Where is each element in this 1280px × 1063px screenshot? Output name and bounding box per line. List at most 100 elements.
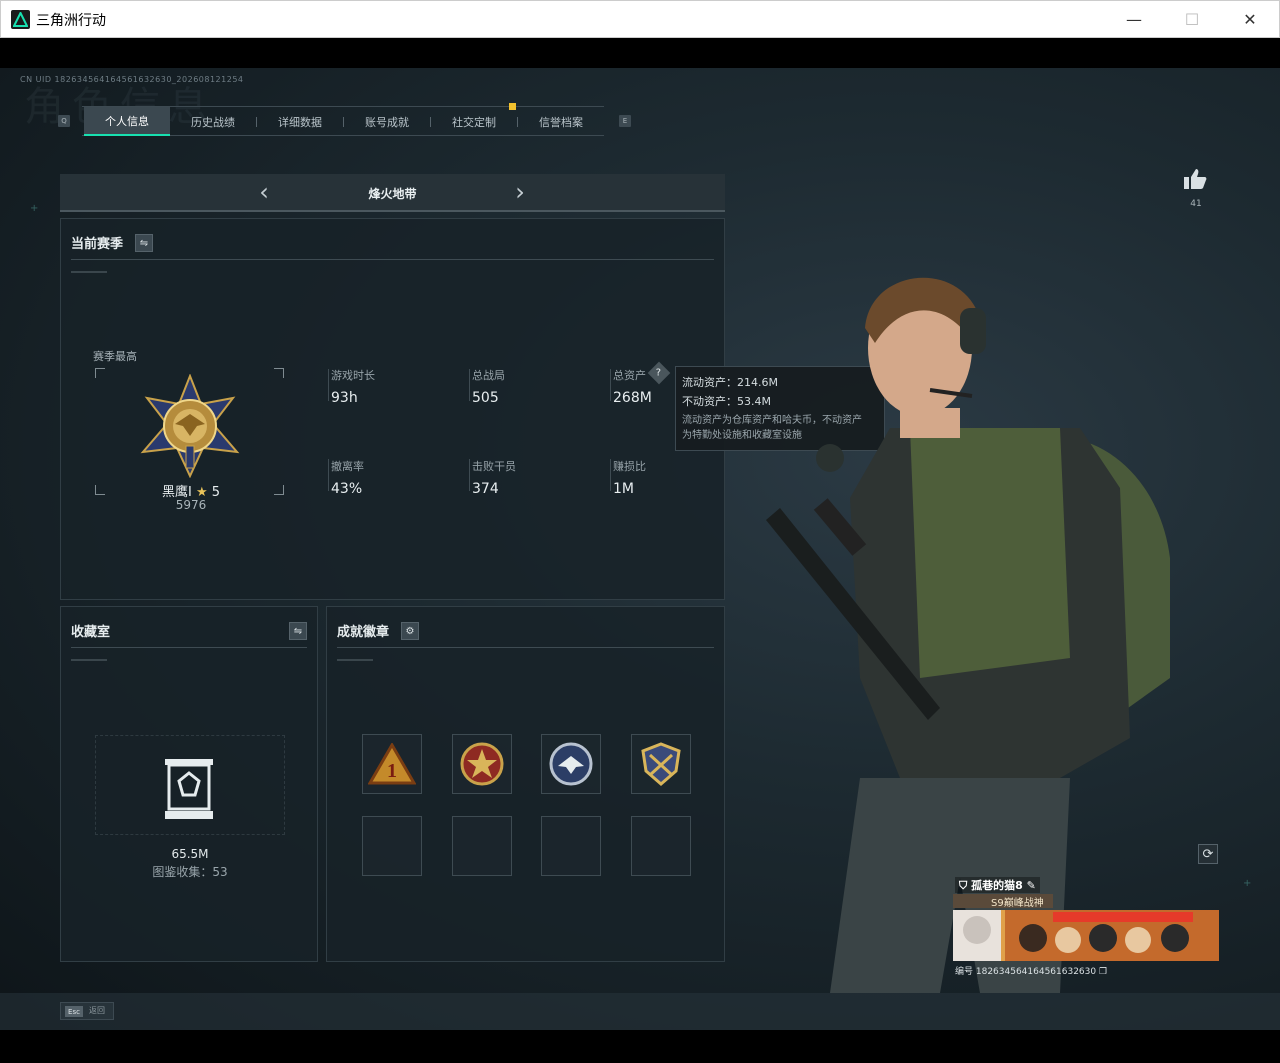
frame-corner bbox=[95, 485, 105, 495]
panel-divider bbox=[71, 259, 714, 260]
nameplate-uid: 编号 182634564164561632630 ❐ bbox=[955, 964, 1107, 977]
tab-prev-key[interactable]: Q bbox=[58, 115, 70, 127]
window-title: 三角洲行动 bbox=[36, 13, 106, 29]
empty-badge-slot[interactable] bbox=[541, 816, 601, 876]
mode-selector: 烽火地带 ‹ › bbox=[60, 174, 725, 212]
panel-subline bbox=[71, 659, 107, 661]
mode-title: 烽火地带 bbox=[368, 186, 417, 201]
back-button[interactable]: Esc 返回 bbox=[60, 1002, 114, 1020]
nameplate-card[interactable]: ⛉ 孤巷的猫8 ✎ S9巅峰战神 bbox=[951, 876, 1219, 961]
like-button[interactable] bbox=[1180, 168, 1210, 194]
tab-credit[interactable]: 信誉档案 bbox=[518, 107, 604, 136]
badge-eagle-icon bbox=[549, 742, 593, 786]
stat-playtime-label: 游戏时长 bbox=[331, 369, 375, 382]
stat-divider bbox=[328, 459, 329, 491]
help-glyph: ? bbox=[656, 367, 662, 379]
window-titlebar: 三角洲行动 — ☐ ✕ bbox=[0, 0, 1280, 38]
mode-prev-button[interactable]: ‹ bbox=[252, 180, 276, 206]
player-uid: CN UID 182634564164561632630_20260812125… bbox=[20, 75, 244, 84]
stat-assets-label: 总资产 bbox=[613, 369, 646, 382]
app-logo-icon bbox=[11, 10, 30, 29]
achievements-panel: 成就徽章 ⚙ 1 bbox=[326, 606, 725, 962]
crosshair-decor: + bbox=[1243, 878, 1252, 889]
achievements-title: 成就徽章 bbox=[337, 625, 390, 640]
game-viewport: 角色信息 CN UID 182634564164561632630_202608… bbox=[0, 68, 1280, 1030]
new-badge bbox=[509, 103, 516, 110]
season-panel: 当前赛季 ⇋ 赛季最高 黑鹰I ★ 5 5976 游戏时长 93h 总战局 50… bbox=[60, 218, 725, 600]
stat-ratio-value: 1M bbox=[613, 481, 634, 497]
achievements-settings-button[interactable]: ⚙ bbox=[401, 622, 419, 640]
nameplate-name: ⛉ 孤巷的猫8 ✎ bbox=[955, 877, 1040, 893]
nameplate-banner bbox=[953, 910, 1219, 961]
refresh-button[interactable]: ⟳ bbox=[1198, 844, 1218, 864]
player-title: S9巅峰战神 bbox=[991, 898, 1044, 909]
panel-subline bbox=[71, 271, 107, 273]
stat-divider bbox=[469, 369, 470, 401]
mode-next-button[interactable]: › bbox=[508, 180, 532, 206]
rank-score: 5976 bbox=[175, 498, 207, 512]
edit-icon[interactable]: ✎ bbox=[1027, 879, 1036, 892]
tab-profile[interactable]: 个人信息 bbox=[84, 107, 170, 136]
rank-emblem-icon bbox=[140, 374, 240, 478]
tab-next-key[interactable]: E bbox=[619, 115, 631, 127]
collection-value: 65.5M bbox=[171, 847, 209, 861]
collection-count: 图鉴收集：53 bbox=[152, 865, 228, 879]
display-case-icon[interactable] bbox=[161, 755, 217, 823]
stat-kills-value: 374 bbox=[472, 481, 499, 497]
shield-icon: ⛉ bbox=[959, 879, 968, 892]
crosshair-decor: + bbox=[30, 203, 39, 214]
badge-star-icon bbox=[460, 742, 504, 786]
frame-corner bbox=[274, 368, 284, 378]
panel-divider bbox=[71, 647, 307, 648]
tab-achievements[interactable]: 账号成就 bbox=[344, 107, 430, 136]
panel-subline bbox=[337, 659, 373, 661]
esc-key: Esc bbox=[65, 1006, 83, 1017]
season-title: 当前赛季 bbox=[71, 237, 124, 252]
stat-playtime-value: 93h bbox=[331, 390, 358, 406]
tab-history[interactable]: 历史战绩 bbox=[170, 107, 256, 136]
season-best-label: 赛季最高 bbox=[93, 350, 137, 363]
stat-extract-label: 撤离率 bbox=[331, 460, 364, 473]
collection-title: 收藏室 bbox=[71, 625, 111, 640]
achievement-badge[interactable] bbox=[631, 734, 691, 794]
letterbox-top bbox=[0, 38, 1280, 68]
stat-assets-value: 268M bbox=[613, 390, 652, 406]
badge-number: 1 bbox=[387, 760, 397, 782]
stat-divider bbox=[328, 369, 329, 401]
stat-divider bbox=[610, 459, 611, 491]
empty-badge-slot[interactable] bbox=[362, 816, 422, 876]
tab-bar: 个人信息 历史战绩 详细数据 账号成就 社交定制 信誉档案 bbox=[82, 106, 604, 136]
stat-ratio-label: 赚损比 bbox=[613, 460, 646, 473]
achievement-badge[interactable] bbox=[452, 734, 512, 794]
tab-details[interactable]: 详细数据 bbox=[257, 107, 343, 136]
empty-badge-slot[interactable] bbox=[452, 816, 512, 876]
player-name: 孤巷的猫8 bbox=[971, 879, 1023, 892]
close-button[interactable]: ✕ bbox=[1227, 1, 1273, 38]
maximize-button[interactable]: ☐ bbox=[1169, 1, 1215, 38]
stat-divider bbox=[610, 369, 611, 401]
stat-matches-value: 505 bbox=[472, 390, 499, 406]
uid-text: 编号 182634564164561632630 bbox=[955, 967, 1097, 977]
refresh-icon: ⟳ bbox=[1202, 846, 1214, 862]
back-label: 返回 bbox=[89, 1006, 105, 1015]
switch-season-button[interactable]: ⇋ bbox=[135, 234, 153, 252]
badge-triangle-icon: 1 bbox=[368, 743, 416, 785]
badge-shield-icon bbox=[641, 742, 681, 786]
stat-kills-label: 击败干员 bbox=[472, 460, 516, 473]
frame-corner bbox=[95, 368, 105, 378]
empty-badge-slot[interactable] bbox=[631, 816, 691, 876]
frame-corner bbox=[274, 485, 284, 495]
tab-social[interactable]: 社交定制 bbox=[431, 107, 517, 136]
stat-matches-label: 总战局 bbox=[472, 369, 505, 382]
achievement-badge[interactable] bbox=[541, 734, 601, 794]
copy-icon[interactable]: ❐ bbox=[1099, 967, 1107, 977]
stat-divider bbox=[469, 459, 470, 491]
collection-panel: 收藏室 ⇋ 65.5M 图鉴收集：53 bbox=[60, 606, 318, 962]
thumbs-up-icon bbox=[1184, 169, 1207, 189]
achievement-badge[interactable]: 1 bbox=[362, 734, 422, 794]
like-count: 41 bbox=[1190, 199, 1202, 209]
switch-collection-button[interactable]: ⇋ bbox=[289, 622, 307, 640]
bottom-strip bbox=[0, 993, 1280, 1030]
minimize-button[interactable]: — bbox=[1111, 1, 1157, 38]
stat-extract-value: 43% bbox=[331, 481, 363, 497]
